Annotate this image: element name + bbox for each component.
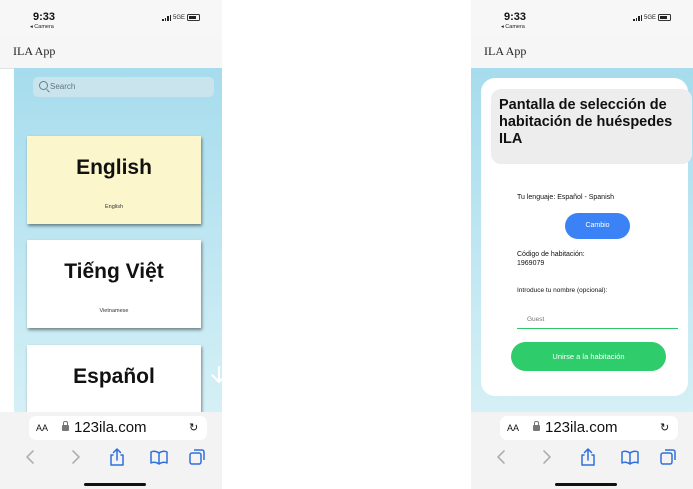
home-indicator: [84, 483, 146, 486]
room-code-block: Código de habitación: 1969079: [517, 250, 585, 268]
language-subtitle: Vietnamese: [99, 308, 129, 314]
browser-address-bar: AA 123ila.com ↻: [471, 412, 693, 442]
phone-screen-language-select: 9:33 ◂ Camera 5GE ILA App Search English…: [0, 0, 222, 489]
name-input[interactable]: [517, 310, 678, 329]
forward-chevron-icon[interactable]: [64, 447, 86, 467]
reload-icon[interactable]: ↻: [660, 421, 669, 434]
language-name: Tiếng Việt: [64, 260, 164, 283]
scroll-down-arrow-icon[interactable]: [210, 365, 222, 385]
signal-indicator: 5GE: [633, 14, 671, 21]
url-text: 123ila.com: [545, 419, 618, 436]
browser-toolbar: [471, 442, 693, 489]
url-field[interactable]: AA 123ila.com ↻: [29, 416, 207, 440]
back-to-camera-link[interactable]: ◂ Camera: [501, 24, 525, 30]
lock-icon: [533, 421, 540, 431]
room-select-panel: Pantalla de selección de habitación de h…: [481, 78, 692, 396]
phone-screen-room-select: 9:33 ◂ Camera 5GE ILA App Pantalla de se…: [471, 0, 693, 489]
language-card-spanish[interactable]: Español: [27, 345, 201, 412]
search-placeholder: Search: [50, 82, 76, 91]
back-chevron-icon[interactable]: [20, 447, 42, 467]
language-subtitle: English: [104, 204, 124, 210]
search-icon: [39, 81, 48, 90]
bookmarks-icon[interactable]: [148, 447, 170, 467]
language-name: Español: [73, 365, 155, 388]
search-input[interactable]: Search: [33, 77, 214, 97]
tabs-icon[interactable]: [186, 447, 208, 467]
reload-icon[interactable]: ↻: [189, 421, 198, 434]
language-label: Tu lenguaje: Español - Spanish: [517, 194, 615, 201]
status-time: 9:33: [33, 11, 56, 23]
status-bar: 9:33 ◂ Camera 5GE: [471, 0, 693, 34]
signal-bars-icon: [633, 14, 642, 21]
signal-indicator: 5GE: [162, 14, 200, 21]
browser-toolbar: [0, 442, 222, 489]
home-indicator: [555, 483, 617, 486]
share-icon[interactable]: [577, 447, 599, 467]
network-label: 5GE: [643, 14, 656, 21]
lock-icon: [62, 421, 69, 431]
tabs-icon[interactable]: [657, 447, 679, 467]
app-title-bar: ILA App: [471, 34, 693, 69]
reader-aa-button[interactable]: AA: [36, 423, 48, 433]
panel-title-box: Pantalla de selección de habitación de h…: [491, 89, 692, 164]
battery-icon: [658, 14, 671, 21]
status-time: 9:33: [504, 11, 527, 23]
language-list[interactable]: Search English English Tiếng Việt Vietna…: [14, 68, 222, 412]
join-room-button[interactable]: Unirse a la habitación: [511, 342, 666, 371]
room-code-label: Código de habitación:: [517, 251, 585, 258]
status-bar: 9:33 ◂ Camera 5GE: [0, 0, 222, 34]
reader-aa-button[interactable]: AA: [507, 423, 519, 433]
room-code-value: 1969079: [517, 260, 545, 267]
forward-chevron-icon[interactable]: [535, 447, 557, 467]
bookmarks-icon[interactable]: [619, 447, 641, 467]
browser-address-bar: AA 123ila.com ↻: [0, 412, 222, 442]
app-title-bar: ILA App: [0, 34, 222, 69]
name-label: Introduce tu nombre (opcional):: [517, 287, 608, 294]
signal-bars-icon: [162, 14, 171, 21]
url-field[interactable]: AA 123ila.com ↻: [500, 416, 678, 440]
room-select-background: Pantalla de selección de habitación de h…: [471, 68, 693, 412]
battery-icon: [187, 14, 200, 21]
back-to-camera-link[interactable]: ◂ Camera: [30, 24, 54, 30]
language-name: English: [76, 156, 152, 179]
change-language-button[interactable]: Cambio: [565, 213, 630, 239]
panel-title: Pantalla de selección de habitación de h…: [499, 97, 673, 147]
share-icon[interactable]: [106, 447, 128, 467]
url-text: 123ila.com: [74, 419, 147, 436]
language-card-english[interactable]: English English: [27, 136, 201, 224]
app-title: ILA App: [484, 44, 527, 58]
language-card-vietnamese[interactable]: Tiếng Việt Vietnamese: [27, 240, 201, 328]
back-chevron-icon[interactable]: [491, 447, 513, 467]
network-label: 5GE: [172, 14, 185, 21]
app-title: ILA App: [13, 44, 56, 58]
